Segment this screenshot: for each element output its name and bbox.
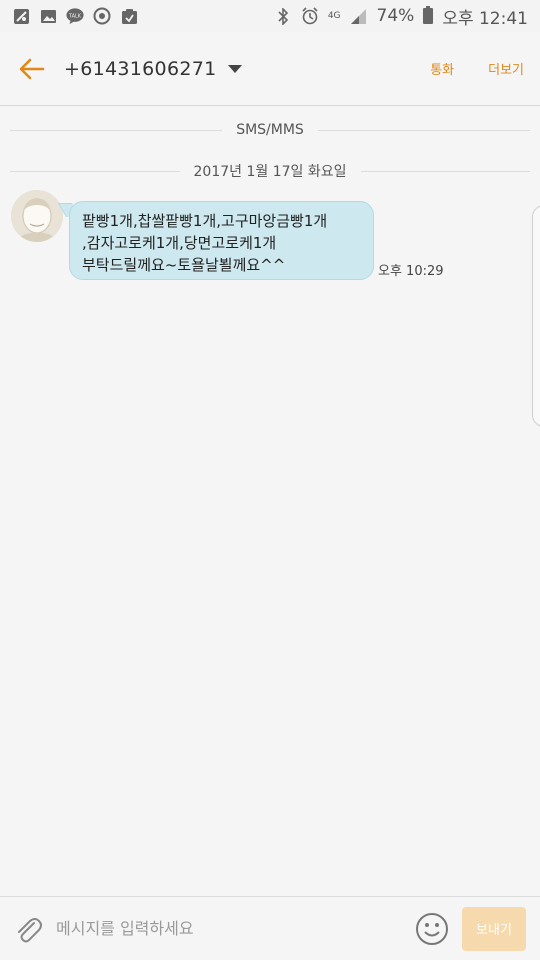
contact-selector[interactable]: +61431606271 bbox=[64, 58, 243, 80]
smiley-icon bbox=[416, 912, 448, 945]
signal-icon bbox=[350, 7, 368, 25]
paperclip-icon bbox=[18, 917, 42, 942]
clock: 오후 12:41 bbox=[442, 8, 528, 29]
talk-icon: TALK bbox=[66, 7, 84, 25]
date-label: 2017년 1월 17일 화요일 bbox=[193, 164, 347, 180]
status-bar: TALK 4G 74% 오후 12:41 bbox=[0, 0, 540, 32]
channel-label: SMS/MMS bbox=[236, 122, 304, 138]
emoji-button[interactable] bbox=[412, 909, 452, 949]
message-text: 부탁드릴께요~토욜날뵐께요^^ bbox=[82, 256, 286, 274]
bluetooth-icon bbox=[274, 7, 292, 25]
network-type: 4G bbox=[327, 10, 341, 21]
image-icon bbox=[39, 7, 57, 25]
sync-icon bbox=[93, 7, 111, 25]
divider-line bbox=[10, 129, 223, 131]
channel-divider: SMS/MMS bbox=[10, 120, 530, 140]
back-button[interactable] bbox=[0, 32, 64, 106]
divider-line bbox=[317, 129, 530, 131]
compose-bar: 보내기 bbox=[0, 896, 540, 960]
edge-panel-handle[interactable] bbox=[532, 205, 540, 427]
battery-percent: 74% bbox=[376, 6, 415, 26]
divider-line bbox=[10, 170, 180, 172]
date-divider: 2017년 1월 17일 화요일 bbox=[10, 161, 531, 181]
message-text: 팥빵1개,찹쌀팥빵1개,고구마앙금빵1개 bbox=[82, 212, 328, 230]
attach-button[interactable] bbox=[0, 897, 56, 960]
alarm-icon bbox=[301, 7, 319, 25]
battery-icon bbox=[423, 6, 434, 24]
maps-icon bbox=[12, 7, 30, 25]
talk-badge-text: TALK bbox=[68, 13, 82, 19]
chevron-down-icon bbox=[227, 64, 242, 73]
contact-number: +61431606271 bbox=[64, 57, 217, 80]
conversation-header: +61431606271 통화 더보기 bbox=[0, 32, 540, 106]
avatar[interactable] bbox=[11, 190, 63, 242]
clipboard-icon bbox=[120, 7, 138, 25]
message-input[interactable] bbox=[56, 908, 412, 949]
message-bubble[interactable]: 팥빵1개,찹쌀팥빵1개,고구마앙금빵1개 ,감자고로케1개,당면고로케1개 부탁… bbox=[69, 201, 374, 280]
send-button[interactable]: 보내기 bbox=[462, 906, 526, 951]
divider-line bbox=[360, 170, 531, 172]
back-arrow-icon bbox=[19, 58, 45, 79]
more-button[interactable]: 더보기 bbox=[488, 59, 524, 78]
message-text: ,감자고로케1개,당면고로케1개 bbox=[82, 234, 277, 252]
contact-avatar-icon bbox=[11, 190, 63, 242]
call-button[interactable]: 통화 bbox=[430, 59, 454, 78]
message-time: 오후 10:29 bbox=[378, 264, 444, 279]
